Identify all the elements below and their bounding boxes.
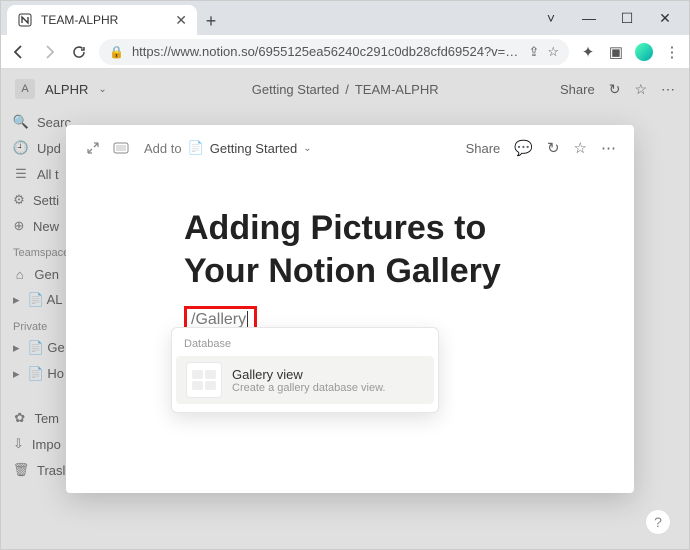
- add-to-label: Add to: [144, 141, 182, 156]
- page-title[interactable]: Adding Pictures to Your Notion Gallery: [184, 207, 526, 292]
- forward-button[interactable]: [39, 42, 59, 62]
- window-maximize-icon[interactable]: ☐: [609, 5, 645, 31]
- modal-more-icon[interactable]: ⋯: [601, 139, 616, 157]
- tab-close-icon[interactable]: ✕: [175, 12, 187, 29]
- slash-text: /Gallery: [191, 311, 246, 328]
- modal-actions: Share 💬 ↻ ☆ ⋯: [466, 139, 616, 157]
- window-minimize-icon[interactable]: —: [571, 5, 607, 31]
- reload-button[interactable]: [69, 42, 89, 62]
- browser-menu-icon[interactable]: ⋮: [663, 43, 681, 61]
- modal-share-button[interactable]: Share: [466, 141, 501, 156]
- extension-square-icon[interactable]: ▣: [607, 43, 625, 61]
- popup-item-title: Gallery view: [232, 367, 385, 382]
- popup-section-label: Database: [172, 336, 438, 356]
- help-button[interactable]: ?: [645, 509, 671, 535]
- window-chevron-icon[interactable]: ˅: [533, 5, 569, 31]
- url-text: https://www.notion.so/6955125ea56240c291…: [132, 44, 520, 59]
- history-icon[interactable]: ↻: [547, 139, 560, 157]
- modal-topbar: Add to 📄 Getting Started ⌄ Share 💬 ↻ ☆ ⋯: [84, 139, 616, 157]
- star-icon[interactable]: ☆: [574, 139, 587, 157]
- back-button[interactable]: [9, 42, 29, 62]
- peek-mode-icon[interactable]: [112, 139, 130, 157]
- window-controls: ˅ — ☐ ✕: [533, 5, 683, 31]
- expand-icon[interactable]: [84, 139, 102, 157]
- slash-command-popup: Database Gallery view Create a gallery d…: [171, 327, 439, 413]
- new-tab-button[interactable]: +: [197, 7, 225, 35]
- lock-icon: 🔒: [109, 45, 124, 59]
- popup-item-subtitle: Create a gallery database view.: [232, 382, 385, 394]
- window-close-icon[interactable]: ✕: [647, 5, 683, 31]
- gallery-view-icon: [186, 362, 222, 398]
- page-icon: 📄: [188, 140, 204, 156]
- page-content: Adding Pictures to Your Notion Gallery /…: [84, 157, 616, 334]
- star-url-icon[interactable]: ☆: [547, 44, 559, 60]
- tab-title: TEAM-ALPHR: [41, 13, 167, 27]
- chevron-down-icon: ⌄: [303, 143, 311, 154]
- share-url-icon[interactable]: ⇪: [528, 44, 539, 60]
- popup-item-gallery-view[interactable]: Gallery view Create a gallery database v…: [176, 356, 434, 404]
- extension-round-icon[interactable]: [635, 43, 653, 61]
- browser-tab[interactable]: TEAM-ALPHR ✕: [7, 5, 197, 35]
- comment-icon[interactable]: 💬: [514, 139, 533, 157]
- add-to-control[interactable]: Add to 📄 Getting Started ⌄: [144, 140, 312, 156]
- url-field[interactable]: 🔒 https://www.notion.so/6955125ea56240c2…: [99, 39, 569, 65]
- puzzle-icon[interactable]: ✦: [579, 43, 597, 61]
- browser-urlbar: 🔒 https://www.notion.so/6955125ea56240c2…: [1, 35, 689, 69]
- browser-titlebar: TEAM-ALPHR ✕ + ˅ — ☐ ✕: [1, 1, 689, 35]
- page-modal: Add to 📄 Getting Started ⌄ Share 💬 ↻ ☆ ⋯…: [66, 125, 634, 493]
- popup-item-text: Gallery view Create a gallery database v…: [232, 362, 385, 398]
- title-line-1: Adding Pictures to: [184, 209, 486, 247]
- notion-favicon-icon: [17, 12, 33, 28]
- title-line-2: Your Notion Gallery: [184, 252, 501, 290]
- add-to-page: Getting Started: [210, 141, 297, 156]
- extension-icons: ✦ ▣ ⋮: [579, 43, 681, 61]
